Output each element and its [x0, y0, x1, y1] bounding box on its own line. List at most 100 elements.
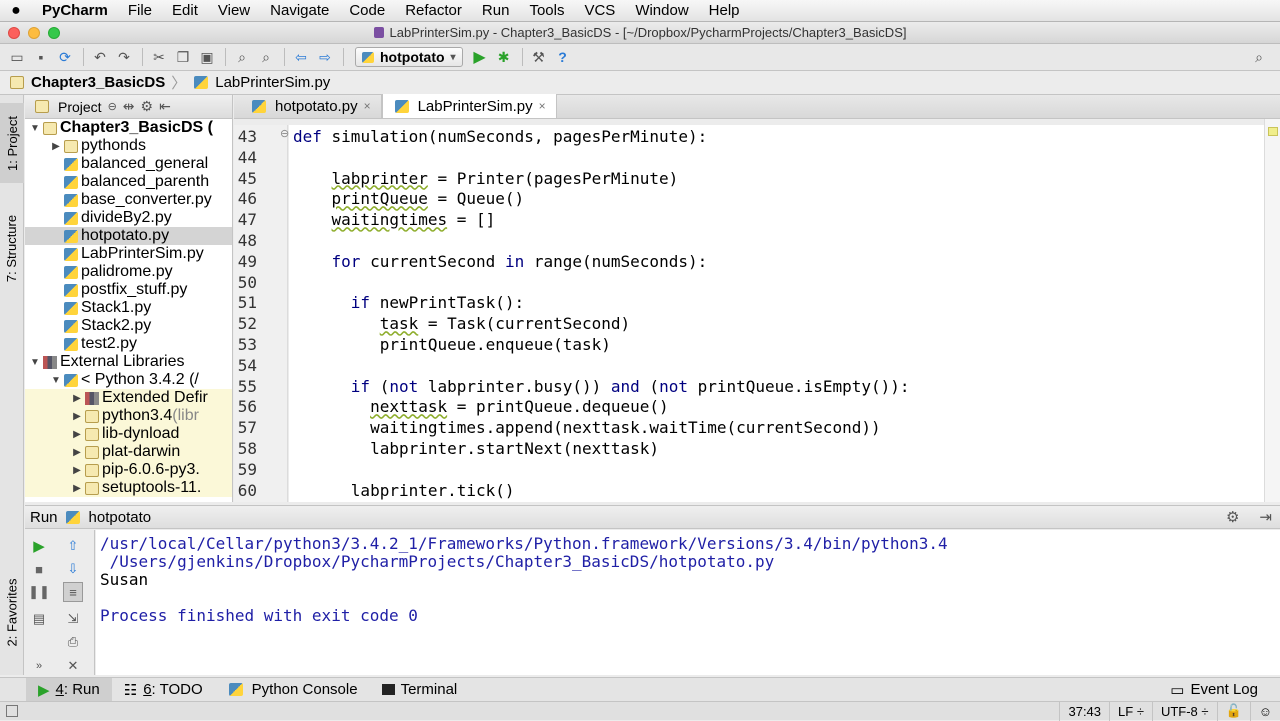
menu-pycharm[interactable]: PyCharm: [32, 2, 118, 19]
menu-help[interactable]: Help: [699, 2, 750, 19]
run-tool-tab[interactable]: ▶ 4: Run: [26, 677, 112, 702]
down-arrow-icon[interactable]: ⇩: [63, 559, 83, 579]
code-editor[interactable]: def simulation(numSeconds, pagesPerMinut…: [289, 125, 1264, 502]
code-line[interactable]: waitingtimes = []: [293, 210, 496, 229]
event-log-tab[interactable]: ▭ Event Log: [1158, 678, 1270, 702]
tree-item[interactable]: palidrome.py: [25, 263, 232, 281]
code-line[interactable]: nexttask = printQueue.dequeue(): [293, 397, 669, 416]
replace-icon[interactable]: ⌕: [255, 47, 277, 67]
collapsed-arrow-icon[interactable]: ▶: [71, 411, 83, 422]
code-line[interactable]: labprinter.startNext(nexttask): [293, 439, 659, 458]
fold-icon[interactable]: ⊖: [280, 127, 289, 140]
todo-tool-tab[interactable]: ☷ 6: TODO: [112, 678, 215, 702]
scroll-from-source-icon[interactable]: ⇹: [123, 98, 135, 115]
code-line[interactable]: printQueue.enqueue(task): [293, 335, 611, 354]
breadcrumb-file[interactable]: LabPrinterSim.py: [192, 74, 330, 91]
settings-icon[interactable]: ⚒: [528, 47, 550, 67]
help-icon[interactable]: ?: [552, 47, 574, 67]
up-arrow-icon[interactable]: ⇧: [63, 536, 83, 556]
code-line[interactable]: labprinter.tick(): [293, 481, 515, 500]
open-folder-icon[interactable]: ▭: [6, 47, 28, 67]
scroll-to-end-icon[interactable]: ⇲: [63, 609, 83, 629]
tree-item[interactable]: balanced_general: [25, 155, 232, 173]
tree-item[interactable]: ▶ plat-darwin: [25, 443, 232, 461]
tree-item[interactable]: ▼ Chapter3_BasicDS (: [25, 119, 232, 137]
tree-item[interactable]: balanced_parenth: [25, 173, 232, 191]
cursor-position[interactable]: 37:43: [1059, 701, 1109, 721]
code-line[interactable]: def simulation(numSeconds, pagesPerMinut…: [293, 127, 707, 146]
tree-item[interactable]: ▼ External Libraries: [25, 353, 232, 371]
inspector-icon[interactable]: ☺: [1249, 701, 1280, 721]
editor-tab[interactable]: LabPrinterSim.py ×: [381, 94, 557, 118]
tree-item[interactable]: ▶ setuptools-11.: [25, 479, 232, 497]
undo-icon[interactable]: ↶: [89, 47, 111, 67]
structure-tool-tab[interactable]: 7: Structure: [0, 203, 24, 293]
code-line[interactable]: if newPrintTask():: [293, 293, 524, 312]
code-line[interactable]: waitingtimes.append(nexttask.waitTime(cu…: [293, 418, 881, 437]
cut-icon[interactable]: ✂: [148, 47, 170, 67]
menu-window[interactable]: Window: [625, 2, 698, 19]
tool-windows-icon[interactable]: [6, 705, 18, 717]
back-arrow-icon[interactable]: ⇦: [290, 47, 312, 67]
close-icon[interactable]: ✕: [63, 656, 83, 676]
line-separator[interactable]: LF ÷: [1109, 701, 1152, 721]
tree-item[interactable]: Stack1.py: [25, 299, 232, 317]
editor-scrollbar[interactable]: [1264, 119, 1280, 502]
hide-panel-icon[interactable]: ⇤: [159, 98, 171, 115]
soft-wrap-icon[interactable]: ≡: [63, 582, 83, 602]
menu-tools[interactable]: Tools: [519, 2, 574, 19]
tree-item[interactable]: divideBy2.py: [25, 209, 232, 227]
apple-icon[interactable]: ●: [0, 2, 32, 20]
dump-threads-icon[interactable]: ▤: [29, 609, 49, 629]
code-line[interactable]: task = Task(currentSecond): [293, 314, 630, 333]
run-config-name[interactable]: hotpotato: [89, 509, 152, 526]
code-line[interactable]: for currentSecond in range(numSeconds):: [293, 252, 708, 271]
tree-item[interactable]: ▶ pythonds: [25, 137, 232, 155]
save-all-icon[interactable]: ▪: [30, 47, 52, 67]
paste-icon[interactable]: ▣: [196, 47, 218, 67]
tree-item[interactable]: ▶ python3.4 (libr: [25, 407, 232, 425]
menu-refactor[interactable]: Refactor: [395, 2, 472, 19]
collapsed-arrow-icon[interactable]: ▶: [71, 447, 83, 458]
run-console[interactable]: /usr/local/Cellar/python3/3.4.2_1/Framew…: [96, 530, 1280, 675]
inspection-status-icon[interactable]: [1268, 127, 1278, 136]
editor-tab[interactable]: hotpotato.py ×: [240, 94, 382, 118]
expanded-arrow-icon[interactable]: ▼: [29, 123, 41, 134]
collapsed-arrow-icon[interactable]: ▶: [71, 465, 83, 476]
gear-icon[interactable]: ⚙: [1226, 508, 1239, 526]
collapsed-arrow-icon[interactable]: ▶: [71, 483, 83, 494]
menu-view[interactable]: View: [208, 2, 260, 19]
print-icon[interactable]: ⎙: [63, 632, 83, 652]
pause-icon[interactable]: ❚❚: [28, 582, 50, 602]
breadcrumb-project[interactable]: Chapter3_BasicDS: [8, 74, 165, 91]
sync-icon[interactable]: ⟳: [54, 47, 76, 67]
code-line[interactable]: if (not labprinter.busy()) and (not prin…: [293, 377, 910, 396]
menu-code[interactable]: Code: [339, 2, 395, 19]
expanded-arrow-icon[interactable]: ▼: [29, 357, 41, 368]
tree-item[interactable]: Stack2.py: [25, 317, 232, 335]
tree-item[interactable]: base_converter.py: [25, 191, 232, 209]
more-icon[interactable]: »: [29, 656, 49, 676]
gear-icon[interactable]: ⚙: [141, 98, 154, 115]
tree-item[interactable]: LabPrinterSim.py: [25, 245, 232, 263]
python-console-tab[interactable]: Python Console: [215, 678, 370, 702]
tree-item[interactable]: test2.py: [25, 335, 232, 353]
tree-item[interactable]: ▶ pip-6.0.6-py3.: [25, 461, 232, 479]
copy-icon[interactable]: ❐: [172, 47, 194, 67]
code-line[interactable]: printQueue = Queue(): [293, 189, 525, 208]
close-tab-icon[interactable]: ×: [539, 99, 546, 113]
close-tab-icon[interactable]: ×: [364, 99, 371, 113]
project-view-label[interactable]: Project: [58, 99, 102, 115]
stop-icon[interactable]: ■: [29, 559, 49, 579]
chevron-down-icon[interactable]: ⊖: [108, 100, 117, 113]
lock-icon[interactable]: 🔓: [1216, 701, 1250, 721]
menu-file[interactable]: File: [118, 2, 162, 19]
forward-arrow-icon[interactable]: ⇨: [314, 47, 336, 67]
debug-icon[interactable]: ✱: [493, 47, 515, 67]
rerun-icon[interactable]: ▶: [29, 536, 49, 556]
menu-vcs[interactable]: VCS: [574, 2, 625, 19]
hide-panel-icon[interactable]: ⇥: [1259, 508, 1272, 526]
expanded-arrow-icon[interactable]: ▼: [50, 375, 62, 386]
tree-item[interactable]: hotpotato.py: [25, 227, 232, 245]
find-icon[interactable]: ⌕: [231, 47, 253, 67]
